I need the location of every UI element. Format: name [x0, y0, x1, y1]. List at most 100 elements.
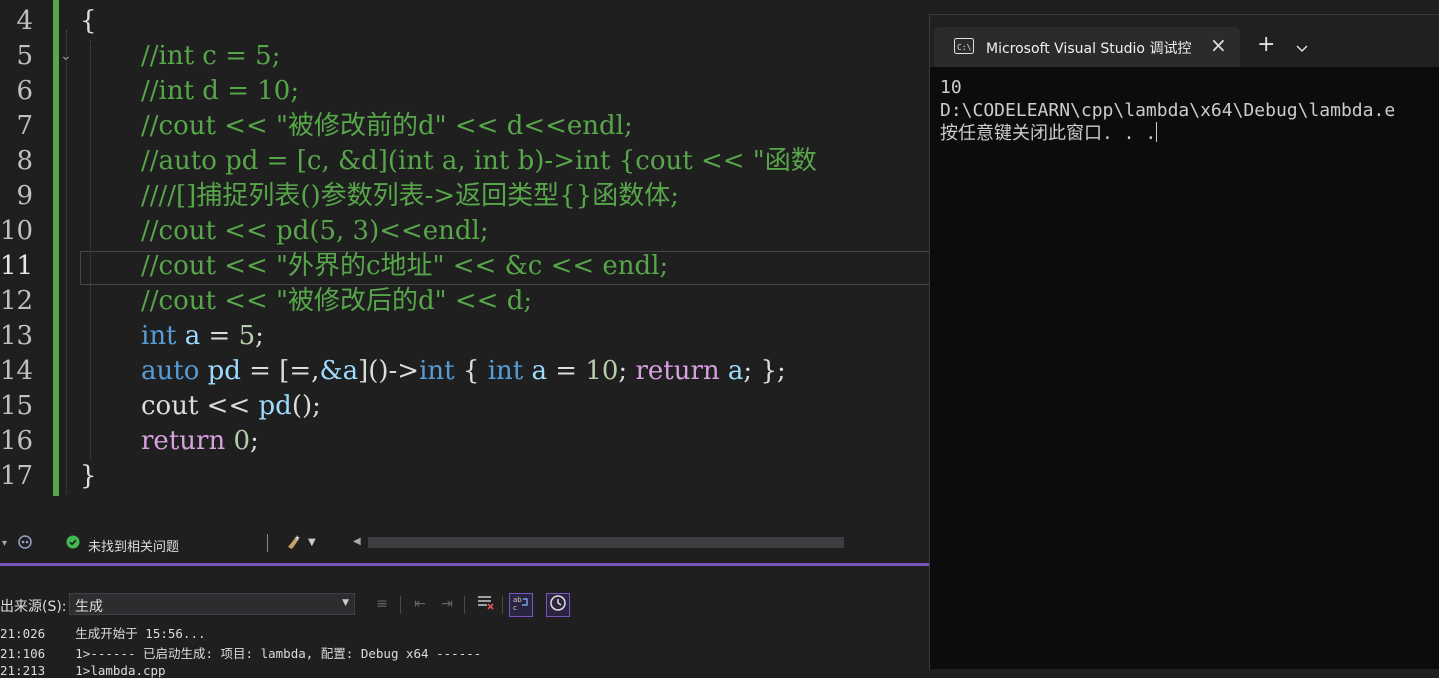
console-output-line: 10: [940, 77, 962, 98]
console-app-icon: C:\: [954, 38, 974, 58]
number-token: 10: [585, 356, 619, 386]
output-text: 生成开始于 15:56...: [75, 626, 206, 641]
punct-token: ; };: [743, 356, 786, 386]
keyword-token: int: [487, 356, 524, 386]
punct-token: ;: [618, 356, 636, 386]
toolbar-divider: [464, 596, 465, 614]
chevron-down-icon[interactable]: ▼: [308, 537, 316, 548]
output-source-select[interactable]: 生成 ▼: [69, 593, 355, 615]
variable-token: a: [531, 356, 547, 386]
console-tab-title: Microsoft Visual Studio 调试控: [986, 41, 1192, 57]
line-number: 15: [0, 391, 34, 421]
output-source-label: 出来源(S):: [0, 599, 67, 615]
keyword-token: int: [141, 321, 177, 351]
output-toolbar: 出来源(S): 生成 ▼ ≡ ⇤ ⇥ ab c: [0, 590, 930, 620]
output-text: 1>lambda.cpp: [75, 663, 166, 678]
code-line-13: int a = 5;: [141, 319, 264, 354]
next-message-icon[interactable]: ⇥: [435, 593, 459, 617]
code-line-14: auto pd = [=,&a]()->int { int a = 10; re…: [141, 354, 786, 389]
code-line-9: ////[]捕捉列表()参数列表->返回类型{}函数体;: [141, 181, 680, 211]
output-timestamp: 21:106: [0, 646, 46, 661]
console-output-line: 按任意键关闭此窗口. . .: [940, 122, 1158, 145]
timestamp-toggle-icon[interactable]: [546, 593, 570, 617]
operator-token: <<: [198, 391, 259, 421]
line-number: 16: [0, 426, 34, 456]
close-icon[interactable]: ×: [1210, 33, 1227, 57]
code-line-16: return 0;: [141, 424, 259, 459]
punct-token: = [=,: [240, 356, 320, 386]
indent-guide: [90, 40, 91, 460]
dropdown-arrow-icon[interactable]: ▾: [2, 538, 7, 549]
scroll-left-icon[interactable]: ◀: [353, 536, 361, 547]
select-arrow-icon: ▼: [342, 598, 349, 608]
copilot-icon[interactable]: [16, 533, 34, 555]
line-number: 9: [16, 181, 33, 211]
check-circle-icon: [66, 535, 80, 553]
keyword-token: int: [419, 356, 455, 386]
code-line-10: //cout << pd(5, 3)<<endl;: [141, 216, 489, 246]
chevron-down-icon[interactable]: [1296, 38, 1308, 57]
output-timestamp: 21:213: [0, 663, 46, 678]
console-titlebar: C:\ Microsoft Visual Studio 调试控 × +: [930, 15, 1439, 67]
clear-all-icon[interactable]: [473, 593, 497, 617]
console-prompt-text: 按任意键关闭此窗口. . .: [940, 123, 1157, 144]
line-number: 14: [0, 356, 34, 386]
variable-token: pd: [258, 391, 292, 421]
align-icon[interactable]: ≡: [370, 593, 394, 617]
change-tracking-bar: [53, 0, 59, 496]
status-divider: [267, 534, 268, 552]
output-text: 1>------ 已启动生成: 项目: lambda, 配置: Debug x6…: [75, 646, 482, 661]
line-number: 13: [0, 321, 34, 351]
output-panel: 出来源(S): 生成 ▼ ≡ ⇤ ⇥ ab c 21:026 生成开始于 15:5…: [0, 566, 930, 678]
issues-status[interactable]: 未找到相关问题: [88, 536, 179, 555]
punct-token: ]()->: [358, 356, 420, 386]
code-line-5: //int c = 5;: [141, 41, 281, 71]
output-source-value: 生成: [75, 599, 103, 615]
punct-token: ;: [255, 321, 264, 351]
code-line-11: //cout << "外界的c地址" << &c << endl;: [141, 251, 669, 281]
keyword-token: auto: [141, 356, 200, 386]
line-number: 5: [16, 41, 33, 71]
line-number: 7: [16, 111, 33, 141]
svg-text:C:\: C:\: [957, 43, 972, 52]
output-line: 21:213 1>lambda.cpp: [0, 663, 166, 678]
number-token: 0: [233, 426, 250, 456]
horizontal-scrollbar[interactable]: [368, 537, 844, 548]
code-line-12: //cout << "被修改后的d" << d;: [141, 286, 533, 316]
control-keyword-token: return: [635, 356, 720, 386]
line-number: 4: [16, 6, 33, 36]
toolbar-divider: [502, 596, 503, 614]
line-number: 8: [16, 146, 33, 176]
variable-token: a: [727, 356, 744, 386]
code-line-8: //auto pd = [c, &d](int a, int b)->int {…: [141, 146, 817, 176]
line-number: 6: [16, 76, 33, 106]
operator-token: =: [547, 356, 586, 386]
line-number: 17: [0, 461, 34, 491]
code-cleanup-icon[interactable]: [285, 533, 305, 555]
output-line: 21:106 1>------ 已启动生成: 项目: lambda, 配置: D…: [0, 643, 481, 662]
code-editor[interactable]: 4 5 6 7 8 9 10 11 12 13 14 15 16 17 ⌄ { …: [0, 0, 930, 532]
console-output-line: D:\CODELEARN\cpp\lambda\x64\Debug\lambda…: [940, 100, 1396, 121]
code-line-7: //cout << "被修改前的d" << d<<endl;: [141, 111, 633, 141]
punct-token: ;: [250, 426, 259, 456]
svg-text:ab: ab: [513, 596, 522, 604]
word-wrap-toggle-icon[interactable]: ab c: [509, 593, 533, 617]
control-keyword-token: return: [141, 426, 226, 456]
code-line-6: //int d = 10;: [141, 76, 300, 106]
number-token: 5: [238, 321, 256, 351]
output-line: 21:026 生成开始于 15:56...: [0, 623, 206, 642]
debug-console-window[interactable]: C:\ Microsoft Visual Studio 调试控 × + 10 D…: [929, 14, 1439, 669]
output-timestamp: 21:026: [0, 626, 46, 641]
variable-token: a: [184, 321, 201, 351]
punct-token: ();: [291, 391, 321, 421]
line-number: 12: [0, 286, 34, 316]
punct-token: {: [454, 356, 488, 386]
svg-text:c: c: [513, 604, 517, 612]
toolbar-divider: [400, 596, 401, 614]
new-tab-icon[interactable]: +: [1257, 34, 1275, 56]
prev-message-icon[interactable]: ⇤: [408, 593, 432, 617]
variable-token: &a: [319, 356, 359, 386]
identifier-token: cout: [141, 391, 199, 421]
console-tab[interactable]: C:\ Microsoft Visual Studio 调试控 ×: [934, 27, 1240, 67]
line-number: 10: [0, 216, 34, 246]
